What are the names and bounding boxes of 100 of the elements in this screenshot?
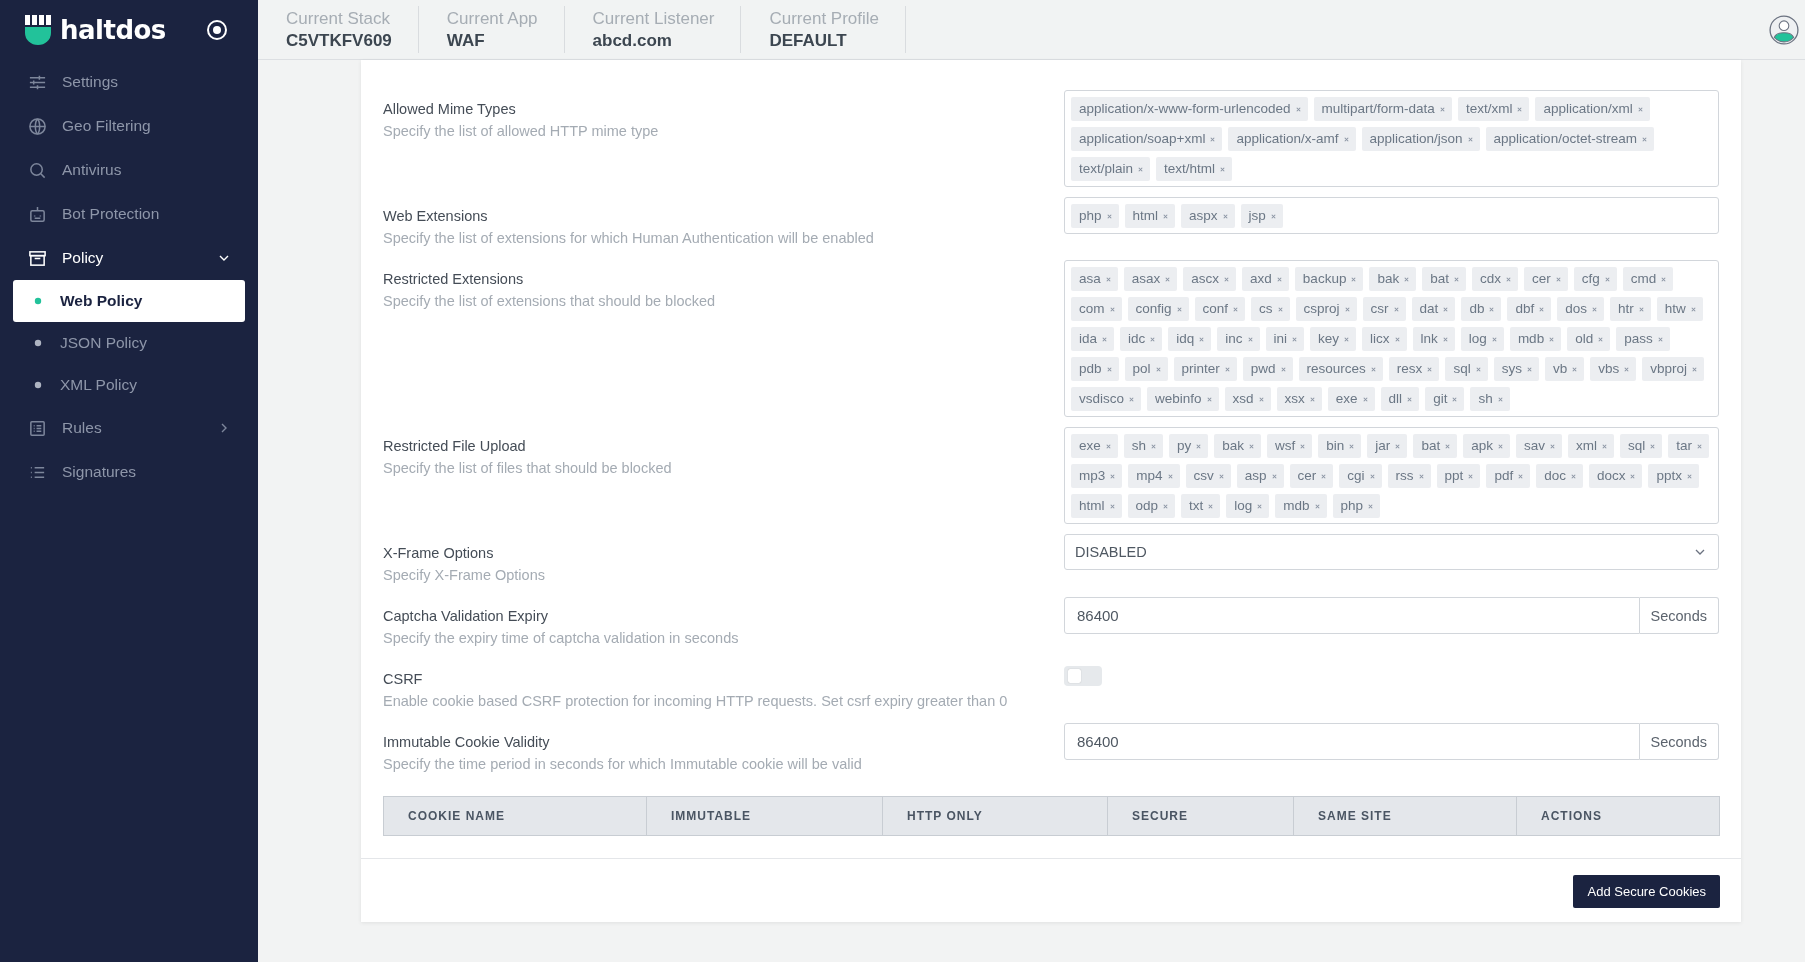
remove-icon[interactable] [1452,275,1460,283]
remove-icon[interactable] [1164,275,1172,283]
tag-chip[interactable]: pol [1124,357,1168,381]
tag-chip[interactable]: text/xml [1457,97,1530,121]
remove-icon[interactable] [1269,212,1277,220]
remove-icon[interactable] [1248,442,1256,450]
remove-icon[interactable] [1313,502,1321,510]
remove-icon[interactable] [1195,442,1203,450]
tag-chip[interactable]: pdf [1486,464,1531,488]
sidebar-item[interactable]: Antivirus [0,148,258,192]
remove-icon[interactable] [1205,395,1213,403]
tag-chip[interactable]: dbf [1507,297,1552,321]
remove-icon[interactable] [1207,502,1215,510]
tag-chip[interactable]: inc [1217,327,1260,351]
tag-chip[interactable]: application/json [1361,127,1480,151]
tag-chip[interactable]: application/octet-stream [1485,127,1654,151]
tag-chip[interactable]: odp [1127,494,1176,518]
remove-icon[interactable] [1444,442,1452,450]
tag-chip[interactable]: application/xml [1535,97,1650,121]
tag-chip[interactable]: printer [1173,357,1237,381]
tag-chip[interactable]: idq [1168,327,1212,351]
remove-icon[interactable] [1175,305,1183,313]
tag-chip[interactable]: cs [1251,297,1290,321]
remove-icon[interactable] [1219,165,1227,173]
remove-icon[interactable] [1279,365,1287,373]
tag-chip[interactable]: log [1460,327,1504,351]
tag-chip[interactable]: licx [1362,327,1407,351]
remove-icon[interactable] [1299,442,1307,450]
remove-icon[interactable] [1441,335,1449,343]
sidebar-subitem[interactable]: Web Policy [13,280,245,322]
remove-icon[interactable] [1342,135,1350,143]
remove-icon[interactable] [1548,335,1556,343]
tag-chip[interactable]: sql [1619,434,1663,458]
tag-chip[interactable]: bat [1413,434,1458,458]
remove-icon[interactable] [1343,335,1351,343]
tag-chip[interactable]: text/html [1156,157,1233,181]
remove-icon[interactable] [1109,472,1117,480]
tag-chip[interactable]: application/x-www-form-urlencoded [1071,97,1308,121]
tag-chip[interactable]: bat [1422,267,1466,291]
remove-icon[interactable] [1104,275,1112,283]
remove-icon[interactable] [1367,502,1375,510]
remove-icon[interactable] [1590,305,1598,313]
remove-icon[interactable] [1294,105,1302,113]
tag-chip[interactable]: resx [1388,357,1440,381]
remove-icon[interactable] [1649,442,1657,450]
tag-chip[interactable]: text/plain [1071,157,1151,181]
remove-icon[interactable] [1417,472,1425,480]
remove-icon[interactable] [1696,442,1703,450]
remove-icon[interactable] [1223,365,1231,373]
sidebar-item[interactable]: Settings [0,60,258,104]
remove-icon[interactable] [1629,472,1637,480]
tag-chip[interactable]: axd [1242,267,1289,291]
remove-icon[interactable] [1637,305,1645,313]
remove-icon[interactable] [1275,275,1283,283]
remove-icon[interactable] [1256,502,1264,510]
remove-icon[interactable] [1474,365,1482,373]
remove-icon[interactable] [1162,212,1170,220]
tag-chip[interactable]: conf [1194,297,1246,321]
tag-chip[interactable]: sys [1493,357,1539,381]
tag-chip[interactable]: jar [1367,434,1408,458]
tag-chip[interactable]: old [1567,327,1611,351]
tag-chip[interactable]: backup [1294,267,1364,291]
remove-icon[interactable] [1689,305,1697,313]
tag-chip[interactable]: asp [1236,464,1284,488]
tag-chip[interactable]: py [1169,434,1209,458]
remove-icon[interactable] [1496,442,1504,450]
tag-chip[interactable]: git [1425,387,1465,411]
tag-chip[interactable]: mdb [1275,494,1327,518]
number-field[interactable]: 86400 [1064,723,1640,760]
number-field[interactable]: 86400 [1064,597,1640,634]
tag-chip[interactable]: apk [1463,434,1510,458]
remove-icon[interactable] [1232,305,1240,313]
tag-chip[interactable]: bak [1369,267,1417,291]
remove-icon[interactable] [1451,395,1459,403]
remove-icon[interactable] [1150,442,1158,450]
tag-chip[interactable]: dll [1380,387,1420,411]
remove-icon[interactable] [1505,275,1512,283]
tag-chip[interactable]: xsd [1224,387,1271,411]
tag-chip[interactable]: bak [1214,434,1262,458]
remove-icon[interactable] [1392,305,1400,313]
tags-field[interactable]: exe sh py bak wsf bin jar bat apk sav xml sql tar mp3 mp4 csv asp cer cgi rss ppt pdf doc docx pptx html odp txt log mdb php [1064,427,1719,524]
tag-chip[interactable]: rss [1387,464,1431,488]
tag-chip[interactable]: cfg [1573,267,1617,291]
remove-icon[interactable] [1246,335,1254,343]
tag-chip[interactable]: exe [1071,434,1118,458]
tag-chip[interactable]: wsf [1267,434,1313,458]
tag-chip[interactable]: jsp [1240,204,1283,228]
remove-icon[interactable] [1488,305,1496,313]
tag-chip[interactable]: sh [1470,387,1510,411]
tag-chip[interactable]: htw [1656,297,1703,321]
remove-icon[interactable] [1603,275,1611,283]
remove-icon[interactable] [1308,395,1316,403]
remove-icon[interactable] [1690,365,1698,373]
remove-icon[interactable] [1517,472,1525,480]
sidebar-subitem[interactable]: JSON Policy [13,322,245,364]
remove-icon[interactable] [1368,472,1376,480]
remove-icon[interactable] [1426,365,1434,373]
tag-chip[interactable]: xml [1567,434,1614,458]
remove-icon[interactable] [1162,502,1170,510]
remove-icon[interactable] [1403,275,1411,283]
